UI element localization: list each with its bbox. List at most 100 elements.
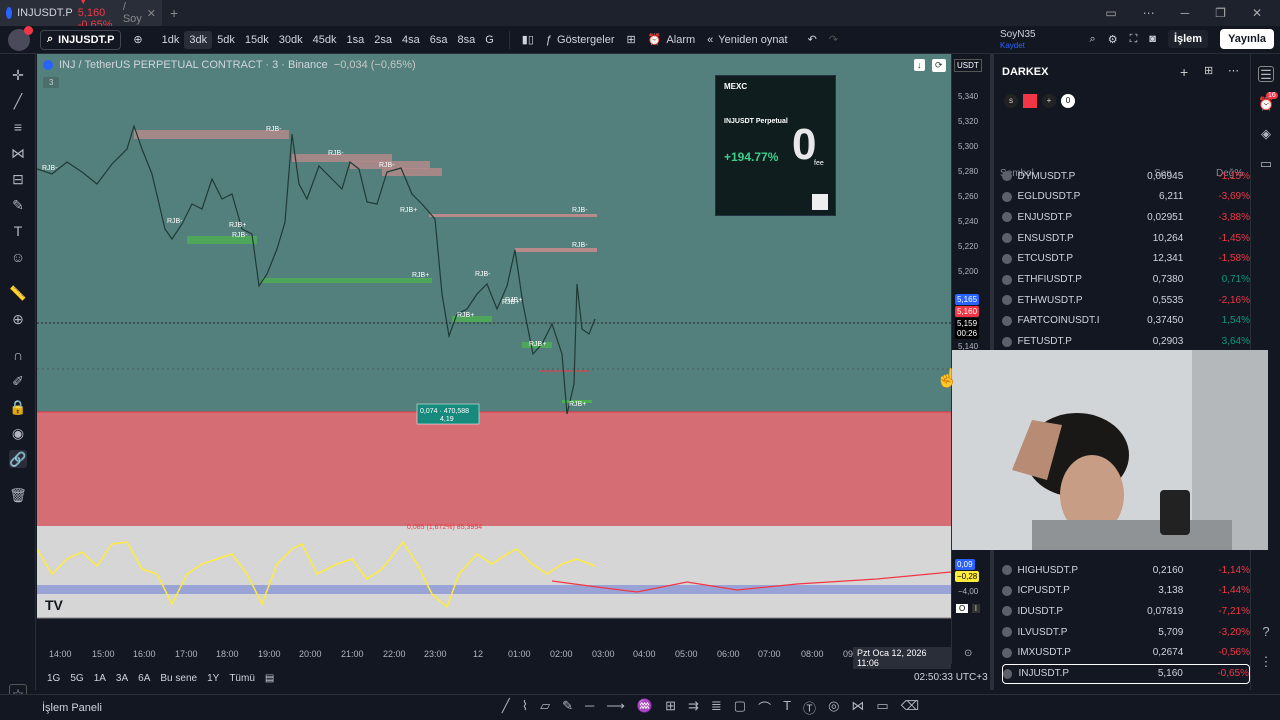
redo-icon[interactable]: ↷ — [829, 33, 838, 46]
time-axis[interactable]: 14:00 15:00 16:00 17:00 18:00 19:00 20:0… — [37, 645, 972, 669]
range-item[interactable]: 6A — [138, 673, 150, 684]
undo-icon[interactable]: ↶ — [808, 33, 817, 46]
timeframe-item[interactable]: 45dk — [308, 31, 342, 49]
cast-icon[interactable]: ▭ — [1105, 6, 1116, 20]
ray-icon[interactable]: ⟶ — [606, 698, 625, 717]
search-icon[interactable]: ⌕ — [1090, 33, 1096, 46]
timeframe-item[interactable]: 8sa — [452, 31, 480, 49]
mexc-ad[interactable]: MEXC INJUSDT Perpetual +194.77% 0 fee — [715, 75, 836, 216]
ruler-icon[interactable]: 📏 — [9, 284, 27, 302]
candle-type-icon[interactable]: ▮▯ — [522, 33, 534, 46]
layers-icon[interactable]: ◈ — [1258, 126, 1274, 142]
list-item[interactable]: DYMUSDT.P 0,06945 -1,15% — [1002, 166, 1250, 186]
close-window-icon[interactable]: ✕ — [1252, 6, 1262, 20]
timeframe-item[interactable]: 1sa — [341, 31, 369, 49]
timeframe-item-active[interactable]: 3dk — [184, 30, 213, 49]
text-icon[interactable]: T — [9, 222, 27, 240]
user-menu[interactable]: SoyN35 Kaydet — [1000, 29, 1036, 51]
list-item[interactable]: ETCUSDT.P 12,341 -1,58% — [1002, 249, 1250, 269]
refresh-icon[interactable]: ⟳ — [932, 59, 946, 72]
crosshair-icon[interactable]: ✛ — [9, 66, 27, 84]
minimize-icon[interactable]: ─ — [1181, 6, 1190, 20]
list-item[interactable]: ICPUSDT.P 3,138 -1,44% — [1002, 581, 1250, 601]
timeframe-item[interactable]: 30dk — [274, 31, 308, 49]
maximize-icon[interactable]: ❐ — [1215, 6, 1226, 20]
download-icon[interactable]: ↓ — [914, 59, 925, 71]
forecast-icon[interactable]: ⇉ — [688, 698, 699, 717]
brush-icon[interactable]: ♒ — [637, 698, 653, 717]
timeframe-item[interactable]: G — [480, 31, 499, 49]
comment-icon[interactable]: ▭ — [876, 698, 888, 717]
channel-icon[interactable]: ≣ — [711, 698, 722, 717]
range-item[interactable]: 1G — [47, 673, 60, 684]
eye-icon[interactable]: ◉ — [9, 424, 27, 442]
alarm-button[interactable]: ⏰ Alarm — [648, 33, 695, 47]
layout-icon[interactable]: ⊞ — [627, 33, 636, 46]
replay-button[interactable]: « Yeniden oynat — [707, 34, 787, 46]
timeframe-item[interactable]: 2sa — [369, 31, 397, 49]
range-item[interactable]: 5G — [70, 673, 83, 684]
compare-add-icon[interactable]: ⊕ — [133, 33, 142, 46]
indicators-button[interactable]: ƒ Göstergeler — [546, 34, 615, 46]
zoom-icon[interactable]: ⊕ — [9, 310, 27, 328]
apps-icon[interactable]: ⋮ — [1258, 654, 1274, 670]
publish-button[interactable]: Yayınla — [1220, 29, 1274, 49]
trade-button[interactable]: İşlem — [1167, 30, 1209, 48]
more-options-icon[interactable]: ⋯ — [1228, 64, 1239, 77]
list-item[interactable]: ENSUSDT.P 10,264 -1,45% — [1002, 228, 1250, 248]
list-item[interactable]: ETHWUSDT.P 0,5535 -2,16% — [1002, 290, 1250, 310]
list-item[interactable]: FETUSDT.P 0,2903 3,64% — [1002, 332, 1250, 352]
chat-icon[interactable]: ▭ — [1258, 156, 1274, 172]
filter-plus-icon[interactable]: + — [1042, 94, 1056, 108]
anchored-text-icon[interactable]: Ⓣ — [803, 698, 816, 717]
eraser-icon[interactable]: ⌫ — [901, 698, 919, 717]
trendline-icon[interactable]: ╱ — [9, 92, 27, 110]
rect-icon[interactable]: ▢ — [734, 698, 746, 717]
browser-tab[interactable]: INJUSDT.P ▼ 5,160 -0.65% / Soy ✕ — [0, 0, 162, 31]
camera-icon[interactable]: ◙ — [1149, 33, 1156, 45]
brush-icon[interactable]: ✎ — [9, 196, 27, 214]
list-item[interactable]: EGLDUSDT.P 6,211 -3,69% — [1002, 187, 1250, 207]
range-item[interactable]: 3A — [116, 673, 128, 684]
lock-icon[interactable]: 🔒 — [9, 398, 27, 416]
callout-icon[interactable]: ▱ — [540, 698, 550, 717]
list-item[interactable]: ETHFIUSDT.P 0,7380 0,71% — [1002, 270, 1250, 290]
log-scale-icon[interactable]: l — [972, 604, 980, 613]
trading-panel-tab[interactable]: İşlem Paneli — [42, 702, 102, 714]
list-item[interactable]: ENJUSDT.P 0,02951 -3,88% — [1002, 207, 1250, 227]
grid-view-icon[interactable]: ⊞ — [1204, 64, 1213, 77]
target-icon[interactable]: ◎ — [828, 698, 839, 717]
help-icon[interactable]: ? — [1258, 624, 1274, 640]
settings-icon[interactable]: ⚙ — [1108, 33, 1118, 46]
add-symbol-icon[interactable]: + — [1180, 64, 1188, 80]
list-item[interactable]: ILVUSDT.P 5,709 -3,20% — [1002, 622, 1250, 642]
list-item[interactable]: HIGHUSDT.P 0,2160 -1,14% — [1002, 560, 1250, 580]
symbol-search[interactable]: ⌕ INJUSDT.P — [40, 29, 122, 50]
timeframe-item[interactable]: 6sa — [425, 31, 453, 49]
list-item[interactable]: INJUSDT.P 5,160 -0,65% — [1002, 663, 1250, 684]
new-tab-icon[interactable]: + — [170, 5, 178, 21]
avatar[interactable] — [8, 25, 33, 51]
range-item[interactable]: 1Y — [207, 673, 219, 684]
filter-zero-icon[interactable]: 0 — [1061, 94, 1075, 108]
watchlist-title[interactable]: DARKEX — [1002, 66, 1048, 78]
projection-icon[interactable]: ⊟ — [9, 170, 27, 188]
pattern-icon[interactable]: ⋈ — [9, 144, 27, 162]
range-item[interactable]: Tümü — [229, 673, 255, 684]
range-item[interactable]: 1A — [94, 673, 106, 684]
list-item[interactable]: IDUSDT.P 0,07819 -7,21% — [1002, 601, 1250, 621]
timeframe-item[interactable]: 1dk — [157, 31, 185, 49]
fullscreen-icon[interactable]: ⛶ — [1130, 33, 1138, 46]
timeframe-item[interactable]: 4sa — [397, 31, 425, 49]
settings-square-icon[interactable]: O — [956, 604, 969, 613]
hline-icon[interactable]: ─ — [585, 698, 594, 717]
filter-red-flag-icon[interactable] — [1023, 94, 1037, 108]
calendar-icon[interactable]: ▤ — [265, 673, 274, 684]
trendline-icon[interactable]: ╱ — [502, 698, 510, 717]
emoji-icon[interactable]: ☺ — [9, 248, 27, 266]
goto-realtime-icon[interactable]: ⊙ — [964, 648, 972, 659]
text-icon[interactable]: T — [783, 698, 791, 717]
fib-icon[interactable]: ≡ — [9, 118, 27, 136]
more-icon[interactable]: ⋯ — [1143, 6, 1155, 20]
utc-clock[interactable]: 02:50:33 UTC+3 — [914, 672, 988, 683]
